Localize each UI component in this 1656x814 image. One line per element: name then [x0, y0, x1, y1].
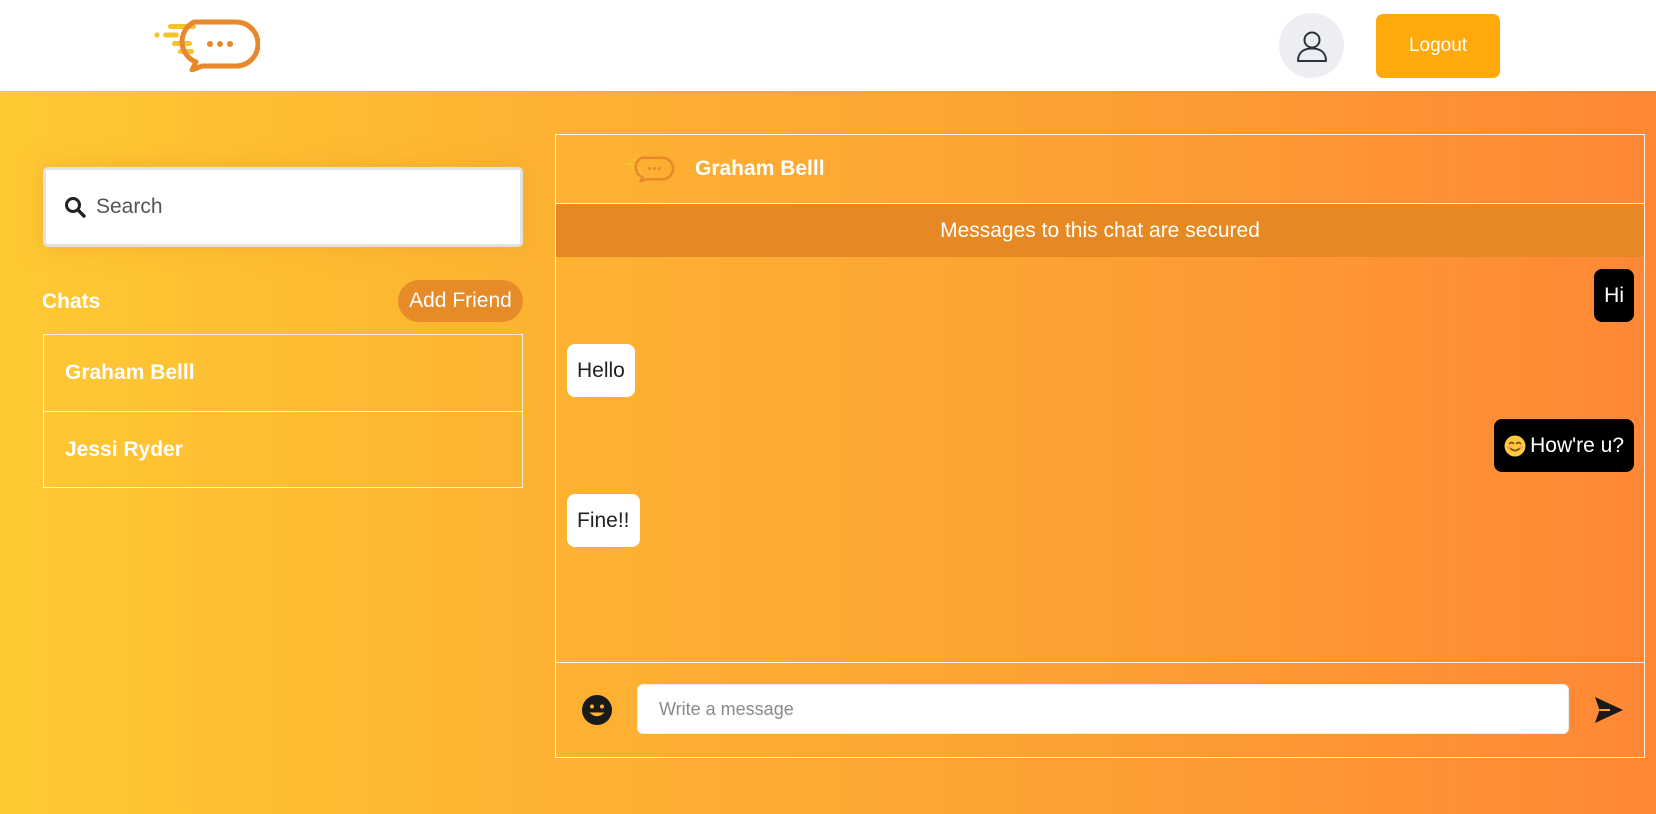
message-list: Hi Hello How're u? Fine!!	[556, 257, 1644, 663]
smiling-face-icon	[1504, 435, 1526, 456]
emoji-picker-icon[interactable]	[581, 694, 613, 726]
chat-list: Graham Belll Jessi Ryder	[43, 334, 523, 488]
add-friend-button[interactable]: Add Friend	[398, 280, 523, 322]
message-text: Hi	[1604, 283, 1624, 307]
message-composer	[556, 662, 1644, 757]
message-text: Fine!!	[577, 508, 630, 532]
chat-logo-icon	[622, 156, 674, 183]
top-navbar: Logout	[0, 0, 1656, 91]
send-icon[interactable]	[1593, 694, 1625, 726]
chat-list-item[interactable]: Jessi Ryder	[44, 411, 522, 487]
chat-panel: Graham Belll Messages to this chat are s…	[555, 134, 1645, 758]
search-box	[43, 167, 523, 247]
secured-notice: Messages to this chat are secured	[556, 204, 1644, 257]
chats-heading: Chats	[42, 290, 101, 313]
main-area: Chats Add Friend Graham Belll Jessi Ryde…	[0, 91, 1656, 814]
message-bubble-in: Hello	[567, 344, 635, 397]
chat-logo-icon[interactable]	[154, 18, 260, 72]
chat-list-item[interactable]: Graham Belll	[44, 335, 522, 411]
search-icon	[65, 197, 86, 218]
user-icon	[1296, 31, 1327, 62]
message-input[interactable]	[637, 684, 1569, 734]
message-bubble-out: Hi	[1594, 269, 1634, 322]
search-input[interactable]	[96, 195, 496, 219]
message-bubble-in: Fine!!	[567, 494, 640, 547]
message-bubble-out: How're u?	[1494, 419, 1634, 472]
chat-header: Graham Belll	[556, 135, 1644, 204]
chat-contact-name: Graham Belll	[695, 157, 825, 180]
message-text: How're u?	[1530, 433, 1624, 457]
message-text: Hello	[577, 358, 625, 382]
logout-button[interactable]: Logout	[1376, 14, 1500, 78]
profile-button[interactable]	[1279, 13, 1344, 78]
